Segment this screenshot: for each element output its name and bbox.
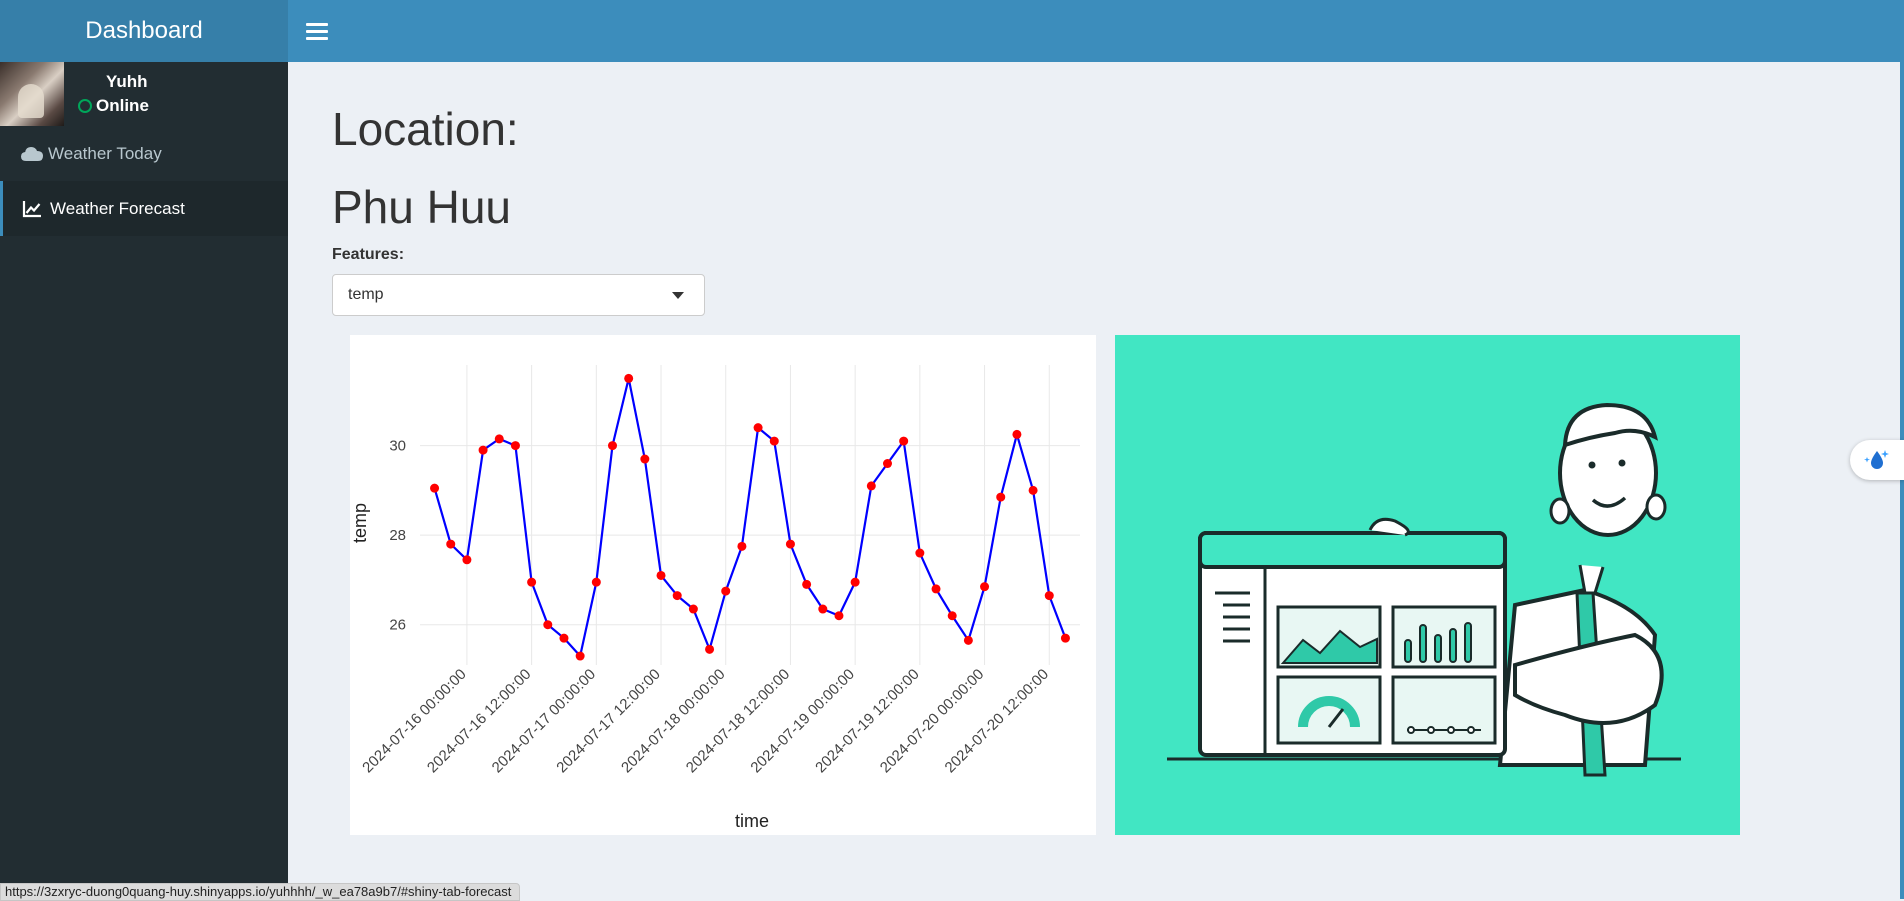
data-point <box>980 582 990 592</box>
data-point <box>818 604 828 614</box>
y-axis-title: temp <box>350 503 370 543</box>
data-point <box>543 620 553 630</box>
dashboard-illustration <box>1115 335 1740 835</box>
status-bar-url: https://3zxryc-duong0quang-huy.shinyapps… <box>0 883 521 901</box>
data-point <box>931 584 941 594</box>
forecast-chart-svg: 2024-07-16 00:00:002024-07-16 12:00:0020… <box>350 365 1080 831</box>
water-drop-widget[interactable] <box>1850 440 1904 480</box>
x-tick-label: 2024-07-16 00:00:00 <box>359 666 470 777</box>
app-logo-title[interactable]: Dashboard <box>0 0 288 62</box>
data-point <box>737 541 747 551</box>
data-point <box>462 555 472 565</box>
data-point <box>559 633 569 643</box>
location-value: Phu Huu <box>332 181 512 233</box>
data-point <box>721 586 731 596</box>
data-point <box>494 434 504 444</box>
data-point <box>947 611 957 621</box>
data-point <box>527 577 537 587</box>
data-point <box>608 441 617 451</box>
water-drop-icon <box>1864 450 1889 469</box>
data-point <box>866 481 876 491</box>
sidebar-item-label: Weather Today <box>48 143 162 163</box>
data-point <box>753 423 763 433</box>
cloud-icon <box>20 144 46 164</box>
features-select[interactable]: temp <box>332 274 705 316</box>
data-point <box>510 441 520 451</box>
data-point <box>446 539 456 549</box>
data-point <box>963 635 973 645</box>
y-tick-label: 26 <box>389 617 406 634</box>
top-navbar <box>288 0 1900 62</box>
series-line <box>433 377 1067 658</box>
data-point <box>1044 591 1054 601</box>
user-status-label: Online <box>96 96 149 115</box>
features-label: Features: <box>332 246 405 263</box>
data-point <box>834 611 844 621</box>
data-point <box>640 454 650 464</box>
x-axis-title: time <box>735 811 769 831</box>
data-point <box>850 577 860 587</box>
data-point <box>769 436 779 446</box>
data-point <box>624 373 634 383</box>
y-tick-label: 28 <box>389 527 406 544</box>
data-point <box>996 492 1006 502</box>
y-tick-label: 30 <box>389 438 406 455</box>
data-point <box>705 644 715 654</box>
forecast-chart[interactable]: 2024-07-16 00:00:00 2024-07-16 12:00:00 20… <box>350 335 1096 835</box>
user-name: Yuhh <box>106 72 148 91</box>
data-point <box>430 483 440 493</box>
line-chart-icon <box>22 199 48 219</box>
user-status: Online <box>78 96 149 116</box>
features-select-value: temp <box>348 286 384 303</box>
data-point <box>915 548 925 558</box>
data-point <box>575 651 585 661</box>
sidebar: Yuhh Online Weather Today Weather Foreca… <box>0 62 288 899</box>
user-panel: Yuhh Online <box>0 62 288 126</box>
data-point <box>883 459 892 469</box>
data-point <box>785 539 795 549</box>
data-point <box>688 604 698 614</box>
caret-down-icon <box>672 292 684 299</box>
avatar <box>0 62 64 126</box>
app-title: Dashboard <box>85 17 203 44</box>
sidebar-item-weather-today[interactable]: Weather Today <box>0 126 288 181</box>
location-label: Location: <box>332 103 519 155</box>
data-point <box>656 570 666 580</box>
data-point <box>1012 429 1022 439</box>
data-point <box>802 579 812 589</box>
data-point <box>899 436 909 446</box>
main-content: Location: Phu Huu Features: temp 2024-07… <box>288 62 1900 899</box>
data-point <box>591 577 601 587</box>
sidebar-item-weather-forecast[interactable]: Weather Forecast <box>0 181 288 236</box>
data-point <box>1060 633 1070 643</box>
hamburger-icon[interactable] <box>306 18 328 44</box>
data-point <box>478 445 488 455</box>
online-circle-icon <box>78 99 92 113</box>
sidebar-item-label: Weather Forecast <box>50 198 185 218</box>
data-point <box>672 591 682 601</box>
data-point <box>1028 485 1038 495</box>
